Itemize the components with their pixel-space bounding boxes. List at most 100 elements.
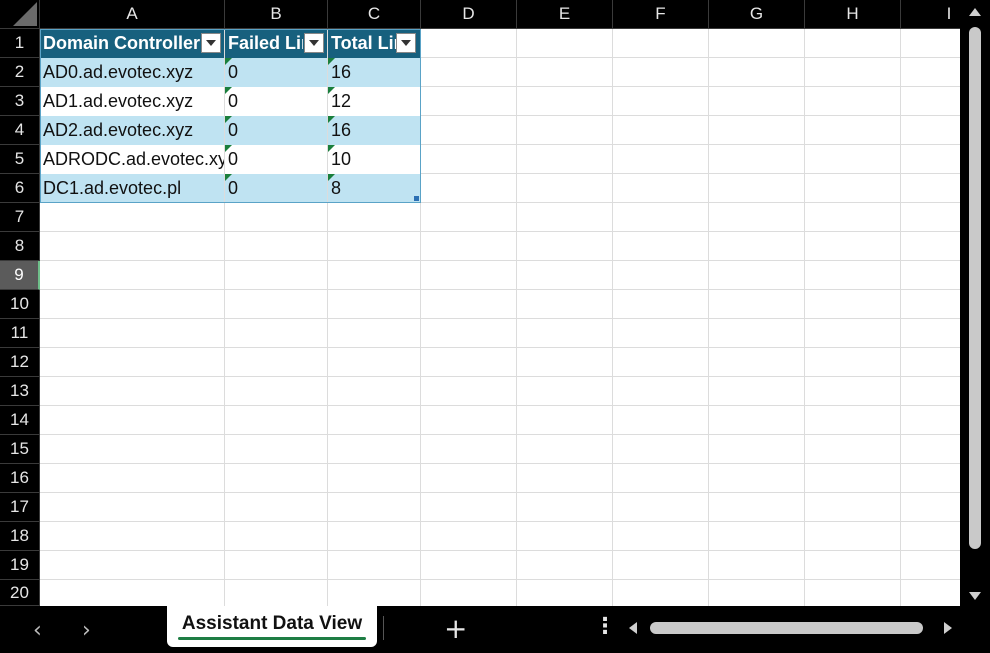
- table-cell[interactable]: AD1.ad.evotec.xyz: [40, 87, 224, 116]
- active-tab-underline: [178, 637, 366, 640]
- horizontal-scroll-thumb[interactable]: [650, 622, 923, 634]
- row-header-17[interactable]: 17: [0, 493, 40, 522]
- error-indicator-icon: [328, 58, 335, 65]
- gridline: [40, 405, 960, 406]
- row-header-18[interactable]: 18: [0, 522, 40, 551]
- table-cell[interactable]: 0: [225, 145, 327, 174]
- table-cell-value: 0: [228, 178, 239, 198]
- row-header-19[interactable]: 19: [0, 551, 40, 580]
- error-indicator-icon: [328, 116, 335, 123]
- table-cell[interactable]: 10: [328, 145, 420, 174]
- scroll-down-icon[interactable]: [969, 592, 981, 600]
- table-resize-handle[interactable]: [414, 196, 419, 201]
- column-header-h[interactable]: H: [805, 0, 901, 29]
- cell-grid[interactable]: Domain Controller Failed Links Total Lin…: [40, 29, 960, 606]
- row-header-11[interactable]: 11: [0, 319, 40, 348]
- column-header-b[interactable]: B: [225, 0, 328, 29]
- column-header-a[interactable]: A: [40, 0, 225, 29]
- row-header-4[interactable]: 4: [0, 116, 40, 145]
- error-indicator-icon: [225, 87, 232, 94]
- column-header-f[interactable]: F: [613, 0, 709, 29]
- table-cell[interactable]: 16: [328, 58, 420, 87]
- scroll-right-icon[interactable]: [944, 622, 952, 634]
- filter-dropdown-icon[interactable]: [304, 33, 324, 53]
- table-cell-value: 0: [228, 149, 239, 169]
- filter-dropdown-icon[interactable]: [396, 33, 416, 53]
- table-cell-value: 0: [228, 91, 239, 111]
- table-cell[interactable]: 8: [328, 174, 420, 203]
- table-cell[interactable]: 0: [225, 58, 327, 87]
- error-indicator-icon: [225, 58, 232, 65]
- gridline: [40, 579, 960, 580]
- table-header-cell[interactable]: Domain Controller: [40, 29, 224, 58]
- plus-icon[interactable]: +: [444, 612, 467, 645]
- sheet-tab-label: Assistant Data View: [181, 613, 363, 634]
- gridline: [40, 347, 960, 348]
- table-cell[interactable]: 0: [225, 87, 327, 116]
- table-cell-value: 16: [331, 120, 352, 140]
- gridline: [40, 434, 960, 435]
- vertical-dots-icon[interactable]: ⋮: [594, 614, 616, 639]
- row-header-5[interactable]: 5: [0, 145, 40, 174]
- scroll-up-icon[interactable]: [969, 8, 981, 16]
- row-header-14[interactable]: 14: [0, 406, 40, 435]
- row-header-6[interactable]: 6: [0, 174, 40, 203]
- table-cell[interactable]: 0: [225, 116, 327, 145]
- error-indicator-icon: [328, 174, 335, 181]
- table-cell[interactable]: AD0.ad.evotec.xyz: [40, 58, 224, 87]
- table-cell[interactable]: 0: [225, 174, 327, 203]
- row-header-2[interactable]: 2: [0, 58, 40, 87]
- row-header-1[interactable]: 1: [0, 29, 40, 58]
- chevron-right-icon[interactable]: ›: [82, 618, 91, 643]
- gridline: [40, 260, 960, 261]
- row-header-20[interactable]: 20: [0, 580, 40, 606]
- column-header-e[interactable]: E: [517, 0, 613, 29]
- column-header-c[interactable]: C: [328, 0, 421, 29]
- gridline: [40, 289, 960, 290]
- tab-separator: [383, 616, 384, 640]
- table-cell[interactable]: 16: [328, 116, 420, 145]
- error-indicator-icon: [225, 145, 232, 152]
- row-header-10[interactable]: 10: [0, 290, 40, 319]
- row-header-15[interactable]: 15: [0, 435, 40, 464]
- gridline: [40, 318, 960, 319]
- gridline: [40, 463, 960, 464]
- row-header-bar: 1 2 3 4 5 6 7 8 9 10 11 12 13 14 15 16 1…: [0, 29, 40, 606]
- column-header-g[interactable]: G: [709, 0, 805, 29]
- error-indicator-icon: [328, 145, 335, 152]
- row-header-3[interactable]: 3: [0, 87, 40, 116]
- table-cell[interactable]: 12: [328, 87, 420, 116]
- row-header-8[interactable]: 8: [0, 232, 40, 261]
- table-cell-value: 16: [331, 62, 352, 82]
- table-cell[interactable]: ADRODC.ad.evotec.xyz: [40, 145, 224, 174]
- gridline: [40, 231, 960, 232]
- row-header-12[interactable]: 12: [0, 348, 40, 377]
- table-cell-value: 10: [331, 149, 352, 169]
- table-cell-value: 0: [228, 120, 239, 140]
- column-header-d[interactable]: D: [421, 0, 517, 29]
- row-header-13[interactable]: 13: [0, 377, 40, 406]
- row-header-9-selected[interactable]: 9: [0, 261, 40, 290]
- select-all-corner[interactable]: [0, 0, 40, 29]
- gridline: [40, 521, 960, 522]
- table-cell-value: 8: [331, 178, 342, 198]
- filter-dropdown-icon[interactable]: [201, 33, 221, 53]
- vertical-scroll-thumb[interactable]: [969, 27, 981, 549]
- table-cell-value: 12: [331, 91, 352, 111]
- row-header-16[interactable]: 16: [0, 464, 40, 493]
- sheet-tab-bar: ‹ › Assistant Data View + ⋮: [0, 606, 990, 653]
- column-header-bar: A B C D E F G H I: [0, 0, 990, 29]
- scroll-left-icon[interactable]: [629, 622, 637, 634]
- error-indicator-icon: [328, 87, 335, 94]
- table-header-label: Domain Controller: [43, 33, 200, 53]
- table-cell[interactable]: AD2.ad.evotec.xyz: [40, 116, 224, 145]
- gridline: [40, 492, 960, 493]
- table-cell[interactable]: DC1.ad.evotec.pl: [40, 174, 224, 203]
- vertical-scrollbar[interactable]: [960, 0, 990, 606]
- table-cell-value: 0: [228, 62, 239, 82]
- chevron-left-icon[interactable]: ‹: [33, 618, 42, 643]
- error-indicator-icon: [225, 174, 232, 181]
- table-header-label: Failed Links: [228, 33, 303, 53]
- row-header-7[interactable]: 7: [0, 203, 40, 232]
- sheet-tab-active[interactable]: Assistant Data View: [167, 606, 377, 647]
